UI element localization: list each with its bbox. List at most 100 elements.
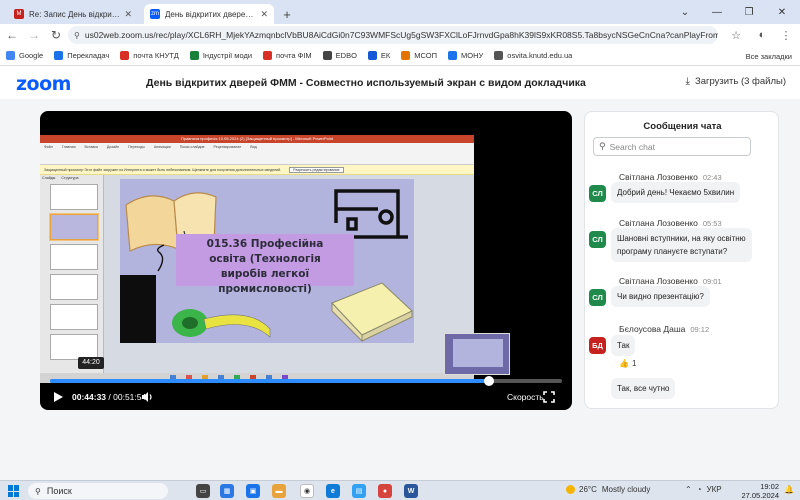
message-reaction[interactable]: 👍 1	[619, 359, 636, 368]
message-bubble: Шановні вступники, на яку освітню програ…	[611, 228, 752, 262]
bookmark-icon	[263, 51, 273, 60]
message-bubble: Добрий день! Чекаємо 5хвилин	[611, 182, 741, 203]
bookmark-item[interactable]: Перекладач	[54, 51, 109, 60]
ribbon-tab: Главная	[61, 145, 76, 149]
recording-title: День відкритих дверей ФММ - Совместно ис…	[146, 77, 586, 89]
system-tray: ⌃ ◔ УКР	[685, 485, 727, 494]
back-icon[interactable]: ←	[2, 25, 22, 45]
bookmark-item[interactable]: МОНУ	[448, 51, 483, 60]
slide-thumbnail	[50, 304, 98, 330]
menu-icon[interactable]: ⋮	[776, 24, 796, 46]
store-icon[interactable]: ▤	[352, 484, 366, 498]
speaker-thumbnail	[444, 333, 510, 375]
file-explorer-icon[interactable]: ▬	[272, 484, 286, 498]
avatar: БД	[589, 337, 606, 354]
tray-expand-icon[interactable]: ⌃	[685, 485, 692, 494]
bookmark-star-icon[interactable]: ☆	[726, 24, 746, 46]
profile-icon[interactable]: ◐	[752, 24, 772, 46]
avatar: СЛ	[589, 231, 606, 248]
slide-title-line: виробів легкої промисловості)	[218, 268, 312, 295]
task-view-icon[interactable]: ▭	[196, 484, 210, 498]
message-sender: Світлана Лозовенко 09:01	[619, 276, 722, 286]
clock[interactable]: 19:02 27.05.2024	[737, 482, 779, 500]
widgets-icon[interactable]: ▦	[220, 484, 234, 498]
bookmark-label: Перекладач	[67, 51, 110, 60]
language-indicator[interactable]: УКР	[707, 485, 722, 494]
bookmark-item[interactable]: Індустрії моди	[189, 51, 252, 60]
network-icon[interactable]: ◔	[697, 485, 702, 494]
ribbon-tab: Файл	[44, 145, 53, 149]
close-tab-icon[interactable]: ✕	[260, 9, 268, 20]
chrome-icon[interactable]: ◉	[300, 484, 314, 498]
word-icon[interactable]: W	[404, 484, 418, 498]
browser-icon[interactable]: ●	[378, 484, 392, 498]
bookmark-item[interactable]: почта КНУТД	[120, 51, 179, 60]
minimize-icon[interactable]: —	[704, 0, 730, 24]
progress-bar[interactable]	[50, 376, 562, 386]
reload-icon[interactable]: ↻	[46, 25, 66, 45]
start-button[interactable]	[8, 485, 20, 497]
all-bookmarks-button[interactable]: Все закладки	[746, 46, 792, 66]
shared-screen: Правнича професія 10.05.2024 (2) [Защище…	[40, 135, 474, 383]
edge-icon[interactable]: e	[326, 484, 340, 498]
browser-tab-gmail[interactable]: M Re: Запис День відкритих двер ✕	[8, 4, 138, 24]
tab-title: Re: Запис День відкритих двер	[29, 9, 121, 19]
browser-tab-zoom[interactable]: zm День відкритих дверей ФММ ✕	[144, 4, 274, 24]
volume-icon[interactable]	[141, 391, 153, 403]
message-sender: Світлана Лозовенко 02:43	[619, 172, 722, 182]
weather-widget[interactable]: 26°C Mostly cloudy	[566, 485, 650, 494]
chat-panel: Сообщения чата ⚲ Світлана Лозовенко02:43…	[584, 111, 779, 409]
teams-icon[interactable]: ▣	[246, 484, 260, 498]
tab-search-icon[interactable]: ⌄	[672, 0, 698, 24]
playback-speed-button[interactable]: Скорость	[507, 392, 544, 402]
download-button[interactable]: ⤓ Загрузить (3 файлы)	[686, 76, 786, 87]
site-info-icon[interactable]: ⚲	[74, 31, 80, 40]
side-tab-outline: Структура	[61, 176, 79, 180]
chat-search-input[interactable]	[609, 141, 740, 152]
slide-thumbnail	[50, 184, 98, 210]
forward-icon[interactable]: →	[24, 25, 44, 45]
bookmark-item[interactable]: ЕК	[367, 51, 390, 60]
maximize-icon[interactable]: ❐	[736, 0, 762, 24]
bookmark-item[interactable]: МСОП	[401, 51, 437, 60]
taskbar-search[interactable]: ⚲ Поиск	[28, 483, 168, 499]
play-icon[interactable]	[52, 391, 64, 403]
ribbon-tab: Вид	[250, 145, 257, 149]
bookmark-label: почта КНУТД	[133, 51, 179, 60]
chat-search[interactable]: ⚲	[593, 137, 751, 156]
presentation-slide: 015.36 Професійна освіта (Технологія вир…	[120, 179, 414, 343]
message-sender: Бєлоусова Даша 09:12	[619, 324, 710, 334]
ribbon-tab: Показ слайдов	[179, 145, 205, 149]
bookmark-icon	[6, 51, 15, 60]
clock-date: 27.05.2024	[741, 491, 779, 500]
zoom-header: zoom День відкритих дверей ФММ - Совмест…	[0, 67, 800, 99]
zoom-logo[interactable]: zoom	[16, 73, 71, 95]
chat-title: Сообщения чата	[643, 121, 722, 132]
progress-fill	[50, 379, 490, 383]
bookmark-label: osvita.knutd.edu.ua	[507, 51, 573, 60]
slide-title-line: 015.36 Професійна	[206, 238, 324, 250]
fullscreen-icon[interactable]	[543, 391, 555, 403]
bookmark-item[interactable]: osvita.knutd.edu.ua	[494, 51, 572, 60]
bookmark-icon	[322, 51, 332, 60]
bookmark-item[interactable]: почта ФІМ	[263, 51, 312, 60]
ribbon-tab: Анимация	[153, 145, 171, 149]
video-player[interactable]: Правнича професія 10.05.2024 (2) [Защище…	[40, 111, 572, 410]
bookmark-label: почта ФІМ	[276, 51, 312, 60]
close-tab-icon[interactable]: ✕	[124, 9, 132, 20]
bookmark-icon	[494, 51, 504, 60]
taskbar-search-label: Поиск	[46, 486, 72, 496]
notifications-icon[interactable]: 🔔	[784, 485, 794, 494]
weather-temp: 26°C	[579, 485, 597, 494]
bookmark-icon	[401, 51, 411, 60]
url-field[interactable]: ⚲ us02web.zoom.us/rec/play/XCL6RH_MjekYA…	[68, 26, 718, 44]
enable-editing-button: Разрешить редактирование	[289, 166, 344, 173]
weather-text: Mostly cloudy	[601, 485, 651, 494]
close-window-icon[interactable]: ✕	[768, 0, 796, 24]
bookmark-item[interactable]: EDBO	[322, 51, 357, 60]
current-time: 00:44:33	[72, 392, 107, 402]
thread-icon	[157, 244, 165, 272]
bookmark-label: EDBO	[335, 51, 357, 60]
bookmark-item[interactable]: Google	[6, 51, 43, 60]
new-tab-button[interactable]: +	[278, 4, 296, 24]
